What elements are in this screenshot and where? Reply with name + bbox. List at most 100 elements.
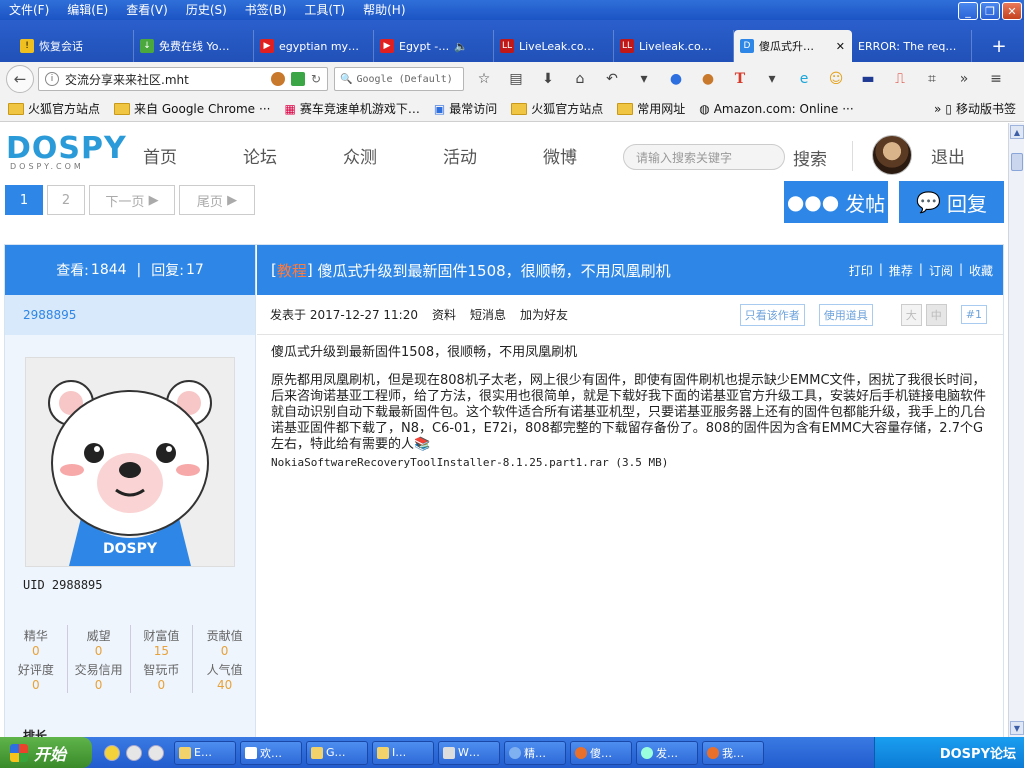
task-button[interactable]: 我… bbox=[702, 740, 764, 765]
scroll-thumb[interactable] bbox=[1011, 153, 1023, 171]
tab-error[interactable]: ERROR: The req… bbox=[852, 30, 972, 62]
search-input[interactable]: 🔍 Google (Default) bbox=[334, 67, 464, 91]
thread-tag[interactable]: 教程 bbox=[277, 260, 307, 281]
print-link[interactable]: 打印 bbox=[849, 262, 873, 279]
favorite-link[interactable]: 收藏 bbox=[969, 262, 993, 279]
recommend-link[interactable]: 推荐 bbox=[889, 262, 913, 279]
menu-help[interactable]: 帮助(H) bbox=[354, 0, 414, 20]
menu-view[interactable]: 查看(V) bbox=[117, 0, 177, 20]
bookmark-item[interactable]: ▦ 赛车竞速单机游戏下… bbox=[284, 100, 419, 117]
add-friend-link[interactable]: 加为好友 bbox=[520, 306, 568, 323]
bookmark-item[interactable]: 火狐官方站点 bbox=[8, 100, 100, 117]
url-text[interactable]: 交流分享来来社区.mht bbox=[65, 71, 265, 88]
menu-tools[interactable]: 工具(T) bbox=[295, 0, 354, 20]
task-button[interactable]: 傻… bbox=[570, 740, 632, 765]
back-button[interactable]: ← bbox=[6, 65, 34, 93]
addon-e-icon[interactable]: e bbox=[794, 69, 814, 89]
nav-home[interactable]: 首页 bbox=[143, 143, 243, 168]
subscribe-link[interactable]: 订阅 bbox=[929, 262, 953, 279]
font-medium-button[interactable]: 中 bbox=[925, 303, 947, 326]
next-page-button[interactable]: 下一页 ▶ bbox=[89, 185, 175, 215]
dropdown-icon[interactable]: ▾ bbox=[762, 69, 782, 89]
user-avatar[interactable] bbox=[872, 135, 912, 175]
menu-history[interactable]: 历史(S) bbox=[177, 0, 236, 20]
speaker-icon[interactable]: 🔈 bbox=[454, 40, 468, 53]
addon-t-icon[interactable]: T bbox=[730, 69, 750, 89]
bookmark-item[interactable]: ▣ 最常访问 bbox=[434, 100, 497, 117]
undo-icon[interactable]: ↶ bbox=[602, 69, 622, 89]
minimize-button[interactable]: _ bbox=[958, 2, 978, 20]
nav-forum[interactable]: 论坛 bbox=[243, 143, 343, 168]
tab-restore-session[interactable]: ! 恢复会话 bbox=[14, 30, 134, 62]
quicklaunch-icon[interactable] bbox=[104, 744, 120, 761]
info-icon[interactable]: i bbox=[45, 72, 59, 86]
address-bar[interactable]: i 交流分享来来社区.mht ↻ bbox=[38, 67, 328, 91]
system-tray[interactable]: DOSPY论坛 bbox=[874, 737, 1024, 768]
bookmark-item[interactable]: ◍ Amazon.com: Online ··· bbox=[699, 102, 853, 116]
addon-cookie-icon[interactable]: ● bbox=[698, 69, 718, 89]
author-name[interactable]: 2988895 bbox=[5, 295, 255, 335]
menu-file[interactable]: 文件(F) bbox=[0, 0, 58, 20]
dropdown-icon[interactable]: ▾ bbox=[634, 69, 654, 89]
site-search-button[interactable]: 搜索 bbox=[793, 145, 827, 170]
menu-edit[interactable]: 编辑(E) bbox=[58, 0, 117, 20]
pdf-icon[interactable]: ⎍ bbox=[890, 69, 910, 89]
reply-button[interactable]: 💬 回复 bbox=[899, 181, 1004, 223]
page-2[interactable]: 2 bbox=[47, 185, 85, 215]
bookmark-item[interactable]: 来自 Google Chrome ··· bbox=[114, 100, 270, 117]
nav-events[interactable]: 活动 bbox=[443, 143, 543, 168]
site-logo[interactable]: DOSPY DOSPY.COM bbox=[6, 131, 127, 171]
tab-liveleak-2[interactable]: LL Liveleak.co… bbox=[614, 30, 734, 62]
close-tab-icon[interactable]: ✕ bbox=[836, 40, 845, 53]
flag-icon[interactable]: ▬ bbox=[858, 69, 878, 89]
font-large-button[interactable]: 大 bbox=[900, 303, 922, 326]
task-button[interactable]: 发… bbox=[636, 740, 698, 765]
start-button[interactable]: 开始 bbox=[0, 737, 92, 768]
task-button[interactable]: E… bbox=[174, 740, 236, 765]
new-post-button[interactable]: ●●● 发帖 bbox=[784, 181, 888, 223]
reload-icon[interactable]: ↻ bbox=[311, 72, 321, 86]
addon-blue-icon[interactable]: ● bbox=[666, 69, 686, 89]
cookie-icon[interactable] bbox=[270, 72, 285, 86]
scroll-down-icon[interactable]: ▼ bbox=[1010, 721, 1024, 735]
use-item-button[interactable]: 使用道具 bbox=[818, 303, 873, 326]
tab-download[interactable]: ↓ 免费在线 Yo… bbox=[134, 30, 254, 62]
task-button[interactable]: 精… bbox=[504, 740, 566, 765]
overflow-icon[interactable]: » bbox=[954, 69, 974, 89]
downloads-icon[interactable]: ⬇ bbox=[538, 69, 558, 89]
floor-number[interactable]: #1 bbox=[960, 305, 987, 324]
bookmark-item[interactable]: 常用网址 bbox=[617, 100, 685, 117]
task-button[interactable]: G… bbox=[306, 740, 368, 765]
task-button[interactable]: 欢… bbox=[240, 740, 302, 765]
crop-icon[interactable]: ⌗ bbox=[922, 69, 942, 89]
smiley-icon[interactable]: ☺ bbox=[826, 69, 846, 89]
hamburger-menu-icon[interactable]: ≡ bbox=[986, 69, 1006, 89]
nav-review[interactable]: 众测 bbox=[343, 143, 443, 168]
attachment-link[interactable]: NokiaSoftwareRecoveryToolInstaller-8.1.2… bbox=[271, 455, 989, 471]
home-icon[interactable]: ⌂ bbox=[570, 69, 590, 89]
menu-bookmarks[interactable]: 书签(B) bbox=[236, 0, 296, 20]
bookmark-star-icon[interactable]: ☆ bbox=[474, 69, 494, 89]
last-page-button[interactable]: 尾页 ▶ bbox=[179, 185, 255, 215]
bookmark-item[interactable]: 火狐官方站点 bbox=[511, 100, 603, 117]
author-avatar[interactable]: DOSPY bbox=[25, 357, 235, 567]
quicklaunch-icon[interactable] bbox=[126, 744, 142, 761]
message-link[interactable]: 短消息 bbox=[470, 306, 506, 323]
scroll-up-icon[interactable]: ▲ bbox=[1010, 125, 1024, 139]
only-author-button[interactable]: 只看该作者 bbox=[739, 303, 805, 326]
logout-link[interactable]: 退出 bbox=[931, 143, 965, 168]
page-1[interactable]: 1 bbox=[5, 185, 43, 215]
reader-icon[interactable]: ▤ bbox=[506, 69, 526, 89]
site-search-input[interactable]: 请输入搜索关键字 bbox=[623, 144, 785, 170]
restore-button[interactable]: ❐ bbox=[980, 2, 1000, 20]
tab-liveleak-1[interactable]: LL LiveLeak.co… bbox=[494, 30, 614, 62]
shield-icon[interactable] bbox=[290, 72, 305, 86]
new-tab-button[interactable]: + bbox=[984, 30, 1014, 62]
quicklaunch-icon[interactable] bbox=[148, 744, 164, 761]
task-button[interactable]: W… bbox=[438, 740, 500, 765]
tab-youtube-1[interactable]: ▶ egyptian my… bbox=[254, 30, 374, 62]
task-button[interactable]: I… bbox=[372, 740, 434, 765]
mobile-bookmarks[interactable]: » ▯ 移动版书签 bbox=[934, 100, 1016, 117]
page-scrollbar[interactable]: ▲ ▼ bbox=[1008, 123, 1024, 737]
close-window-button[interactable]: ✕ bbox=[1002, 2, 1022, 20]
